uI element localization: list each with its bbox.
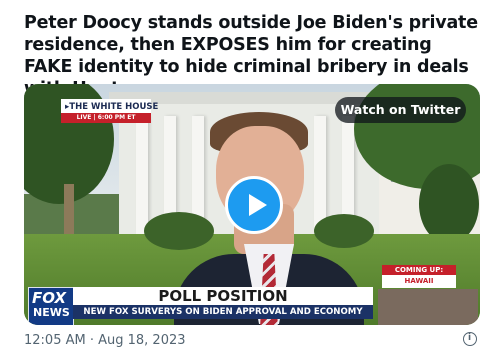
coming-up-label: COMING UP: <box>382 265 456 275</box>
info-icon[interactable]: i <box>463 332 477 346</box>
tweet-timestamp[interactable]: 12:05 AM · Aug 18, 2023 <box>24 333 186 348</box>
coming-up-thumbnail <box>378 289 478 325</box>
coming-up-box: COMING UP: HAWAII WILDFIRES <box>382 265 456 297</box>
headline: POLL POSITION <box>73 287 373 305</box>
video-player[interactable]: ▸THE WHITE HOUSE LIVE | 6:00 PM ET Watch… <box>24 84 480 325</box>
location-tag-label: ▸THE WHITE HOUSE <box>65 102 159 112</box>
subheadline: NEW FOX SURVERYS ON BIDEN APPROVAL AND E… <box>73 305 373 319</box>
live-indicator: LIVE | 6:00 PM ET <box>61 113 151 122</box>
network-logo: FOX NEWS <box>28 287 74 325</box>
play-icon <box>249 194 267 216</box>
watch-on-twitter-button[interactable]: Watch on Twitter <box>335 97 466 123</box>
play-button[interactable] <box>225 176 283 234</box>
